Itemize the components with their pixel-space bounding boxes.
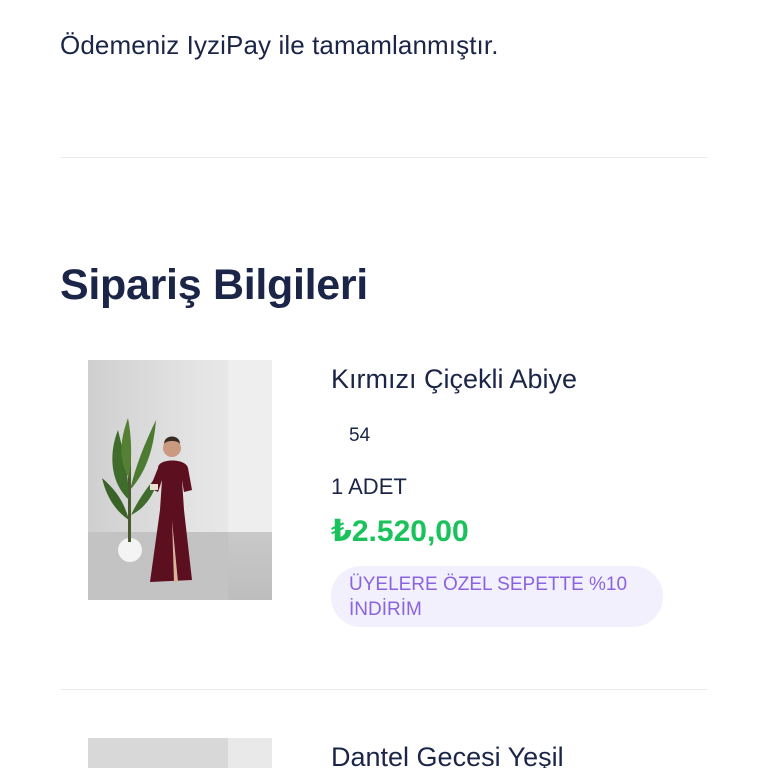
product-name[interactable]: Kırmızı Çiçekli Abiye <box>331 364 577 395</box>
product-image[interactable] <box>88 360 272 600</box>
promo-badge: ÜYELERE ÖZEL SEPETTE %10 İNDİRİM <box>331 566 663 627</box>
order-confirmation-page: Ödemeniz IyziPay ile tamamlanmıştır. Sip… <box>0 0 768 768</box>
product-quantity: 1 ADET <box>331 474 407 499</box>
product-name[interactable]: Dantel Gecesi Yeşil <box>331 742 564 768</box>
product-photo-dress <box>88 360 272 600</box>
payment-status-message: Ödemeniz IyziPay ile tamamlanmıştır. <box>60 30 499 60</box>
divider <box>60 689 708 690</box>
divider <box>60 157 708 158</box>
product-photo-dress <box>88 738 272 768</box>
product-size: 54 <box>349 425 371 446</box>
order-info-title: Sipariş Bilgileri <box>60 261 368 309</box>
product-image[interactable] <box>88 738 272 768</box>
product-price: ₺2.520,00 <box>331 515 469 548</box>
